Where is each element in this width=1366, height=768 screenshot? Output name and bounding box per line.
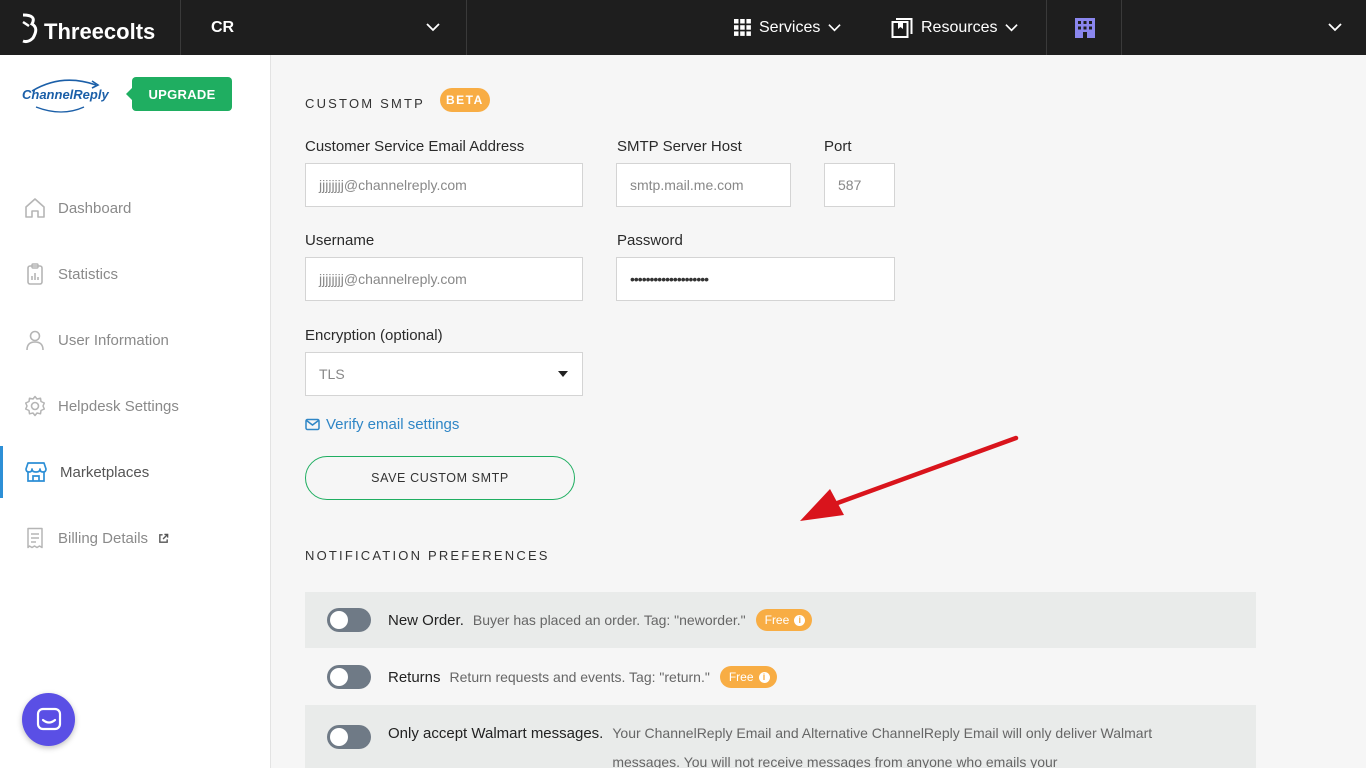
- custom-smtp-heading: CUSTOM SMTP: [305, 96, 426, 111]
- username-value: jjjjjjjj@channelreply.com: [319, 271, 467, 287]
- free-badge-label: Free: [764, 613, 790, 627]
- chevron-down-icon[interactable]: [1328, 20, 1342, 34]
- services-label: Services: [759, 18, 821, 36]
- threecolts-mark-icon: [20, 12, 40, 51]
- email-label: Customer Service Email Address: [305, 138, 525, 155]
- save-custom-smtp-button[interactable]: SAVE CUSTOM SMTP: [305, 456, 575, 500]
- store-icon: [25, 462, 47, 482]
- main-content: CUSTOM SMTP BETA Customer Service Email …: [272, 55, 1366, 768]
- sidebar-item-label: Billing Details: [58, 529, 149, 547]
- notification-preferences-heading: NOTIFICATION PREFERENCES: [305, 548, 550, 563]
- encryption-select[interactable]: TLS: [305, 352, 583, 396]
- divider: [1121, 0, 1122, 55]
- info-icon: i: [758, 671, 770, 683]
- channelreply-logo[interactable]: ChannelReply: [22, 77, 109, 117]
- resources-label: Resources: [921, 18, 998, 36]
- smtp-host-label: SMTP Server Host: [617, 138, 742, 155]
- account-name: CR: [211, 18, 235, 36]
- beta-badge: BETA: [440, 88, 490, 112]
- notification-row-walmart-only: Only accept Walmart messages. Your Chann…: [305, 705, 1256, 768]
- sidebar-item-statistics[interactable]: Statistics: [0, 248, 270, 300]
- sidebar-item-user-information[interactable]: User Information: [0, 314, 270, 366]
- gear-icon: [24, 395, 46, 417]
- services-menu[interactable]: Services: [734, 0, 842, 55]
- channelreply-logo-text: ChannelReply: [22, 87, 109, 102]
- new-order-toggle[interactable]: [327, 608, 371, 632]
- sidebar-item-label: Dashboard: [58, 199, 132, 217]
- free-badge-label: Free: [728, 670, 754, 684]
- organization-button[interactable]: [1048, 0, 1122, 55]
- receipt-icon: [27, 527, 43, 549]
- password-label: Password: [617, 232, 683, 249]
- sidebar-item-helpdesk-settings[interactable]: Helpdesk Settings: [0, 380, 270, 432]
- book-icon: [891, 17, 913, 38]
- encryption-value: TLS: [319, 366, 345, 382]
- resources-menu[interactable]: Resources: [891, 0, 1019, 55]
- notification-row-returns: Returns Return requests and events. Tag:…: [305, 649, 1256, 705]
- envelope-icon: [305, 418, 320, 431]
- chevron-down-icon: [1005, 24, 1019, 32]
- notification-description: Return requests and events. Tag: "return…: [449, 669, 710, 685]
- username-label: Username: [305, 232, 375, 249]
- sidebar-item-dashboard[interactable]: Dashboard: [0, 182, 270, 234]
- sidebar: ChannelReply UPGRADE Dashboard Statistic…: [0, 55, 271, 768]
- red-arrow-annotation: [800, 435, 1019, 521]
- port-field[interactable]: 587: [824, 163, 895, 207]
- home-icon: [25, 198, 45, 218]
- sidebar-item-label: Helpdesk Settings: [58, 397, 179, 415]
- chat-icon: [36, 707, 61, 730]
- caret-down-icon: [558, 371, 568, 377]
- port-value: 587: [838, 177, 862, 193]
- account-selector[interactable]: CR: [181, 0, 466, 55]
- walmart-only-toggle[interactable]: [327, 725, 371, 749]
- sidebar-item-label: Statistics: [58, 265, 119, 283]
- password-value: ••••••••••••••••••••: [630, 271, 709, 287]
- notification-title: Only accept Walmart messages.: [388, 725, 604, 742]
- smtp-host-field[interactable]: smtp.mail.me.com: [616, 163, 791, 207]
- top-navigation-bar: Threecolts CR Services Resources: [0, 0, 1366, 55]
- returns-toggle[interactable]: [327, 665, 371, 689]
- smtp-host-value: smtp.mail.me.com: [630, 177, 744, 193]
- sidebar-item-marketplaces[interactable]: Marketplaces: [0, 446, 270, 498]
- clipboard-chart-icon: [27, 263, 43, 285]
- free-badge[interactable]: Free i: [755, 609, 813, 631]
- divider: [1046, 0, 1047, 55]
- brand-name: Threecolts: [44, 18, 156, 44]
- verify-email-label: Verify email settings: [326, 416, 460, 433]
- building-icon: [1075, 17, 1095, 38]
- notification-title: New Order.: [388, 611, 464, 629]
- info-icon: i: [794, 614, 806, 626]
- free-badge[interactable]: Free i: [719, 666, 777, 688]
- divider: [466, 0, 467, 55]
- notification-description: Buyer has placed an order. Tag: "neworde…: [472, 612, 746, 628]
- sidebar-item-billing-details[interactable]: Billing Details: [0, 512, 270, 564]
- notification-title: Returns: [388, 668, 441, 686]
- verify-email-link[interactable]: Verify email settings: [305, 416, 459, 433]
- sidebar-item-label: User Information: [58, 331, 169, 349]
- grid-icon: [734, 19, 751, 36]
- external-link-icon: [159, 533, 169, 543]
- upgrade-button[interactable]: UPGRADE: [126, 77, 232, 111]
- email-value: jjjjjjjj@channelreply.com: [319, 177, 467, 193]
- chevron-down-icon: [426, 23, 440, 32]
- encryption-label: Encryption (optional): [305, 327, 443, 344]
- chat-launcher-button[interactable]: [22, 693, 75, 746]
- chevron-down-icon: [828, 24, 842, 32]
- username-field[interactable]: jjjjjjjj@channelreply.com: [305, 257, 583, 301]
- user-icon: [26, 330, 44, 351]
- port-label: Port: [824, 138, 852, 155]
- sidebar-item-label: Marketplaces: [60, 463, 150, 481]
- notification-row-new-order: New Order. Buyer has placed an order. Ta…: [305, 592, 1256, 648]
- password-field[interactable]: ••••••••••••••••••••: [616, 257, 895, 301]
- notification-description: Your ChannelReply Email and Alternative …: [612, 725, 1153, 768]
- threecolts-logo[interactable]: Threecolts: [20, 12, 155, 51]
- email-field[interactable]: jjjjjjjj@channelreply.com: [305, 163, 583, 207]
